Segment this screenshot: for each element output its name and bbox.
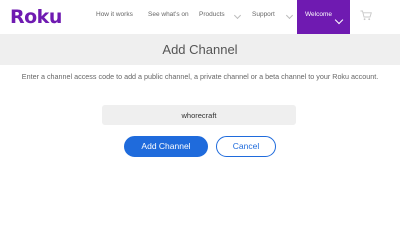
chevron-down-icon bbox=[285, 11, 294, 20]
title-band: Add Channel bbox=[0, 34, 400, 65]
top-navigation: Roku How it works See what's on Products… bbox=[0, 0, 400, 34]
page-title: Add Channel bbox=[162, 42, 238, 57]
welcome-menu[interactable]: Welcome bbox=[297, 0, 350, 34]
intro-text: Enter a channel access code to add a pub… bbox=[21, 72, 379, 81]
chevron-down-icon bbox=[334, 15, 344, 25]
nav-see-whats-on[interactable]: See what's on bbox=[148, 11, 189, 18]
nav-support[interactable]: Support bbox=[252, 11, 275, 18]
welcome-label: Welcome bbox=[305, 11, 332, 18]
channel-code-input[interactable] bbox=[102, 105, 296, 125]
cart-icon[interactable] bbox=[360, 8, 372, 26]
add-channel-button[interactable]: Add Channel bbox=[124, 136, 208, 157]
cancel-button[interactable]: Cancel bbox=[216, 136, 276, 157]
nav-products[interactable]: Products bbox=[199, 11, 225, 18]
chevron-down-icon bbox=[233, 11, 242, 20]
roku-logo[interactable]: Roku bbox=[10, 6, 62, 28]
nav-how-it-works[interactable]: How it works bbox=[96, 11, 133, 18]
